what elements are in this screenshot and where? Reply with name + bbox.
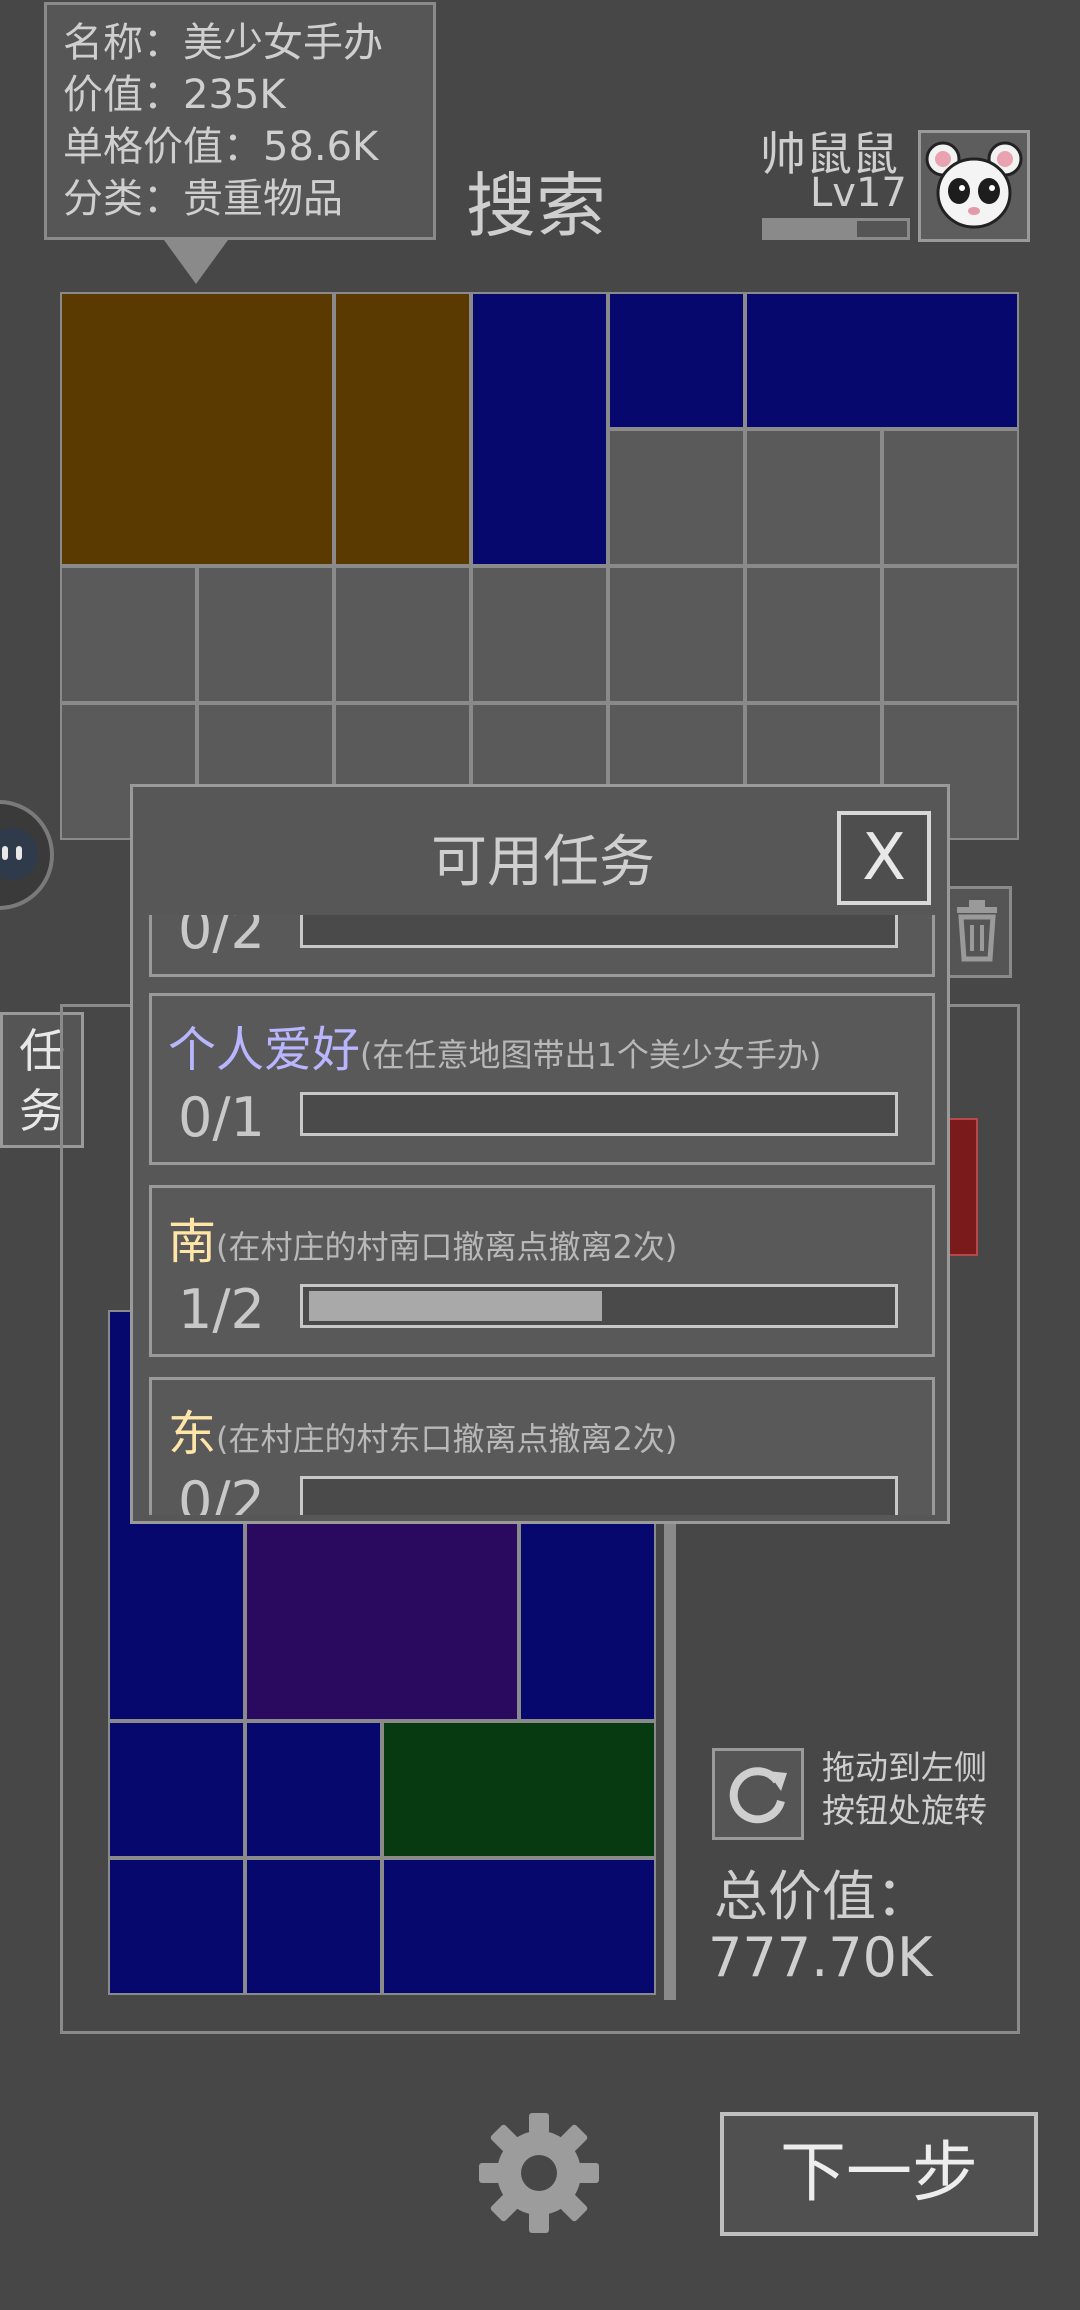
player-level: Lv17: [810, 170, 907, 216]
xp-bar: [762, 218, 910, 240]
water-bottle-item[interactable]: [471, 292, 608, 566]
panda-avatar-icon[interactable]: [918, 130, 1030, 242]
pills-item[interactable]: [108, 1858, 245, 1995]
quest-name: 南: [168, 1214, 217, 1270]
next-button[interactable]: 下一步: [720, 2112, 1038, 2236]
grid-cell[interactable]: [745, 429, 882, 566]
quest-progress-bar: [300, 915, 898, 948]
tooltip-unit-value: 单格价值：58.6K: [63, 124, 379, 170]
grid-cell[interactable]: [882, 566, 1019, 703]
quest-card-2[interactable]: 南(在村庄的村南口撤离点撤离2次) 1/2: [149, 1185, 935, 1357]
soda-can-item[interactable]: [245, 1721, 382, 1858]
tooltip-pointer: [164, 240, 228, 284]
quest-title: 南(在村庄的村南口撤离点撤离2次): [168, 1202, 677, 1272]
grid-cell[interactable]: [471, 566, 608, 703]
quest-progress-bar: [300, 1092, 898, 1136]
quest-card-1[interactable]: 个人爱好(在任意地图带出1个美少女手办) 0/1: [149, 993, 935, 1165]
modal-title: 可用任务: [431, 830, 655, 895]
quest-desc: (在村庄的村东口撤离点撤离2次): [216, 1420, 678, 1458]
quest-list[interactable]: 0/2 个人爱好(在任意地图带出1个美少女手办) 0/1 南(在村庄的村南口撤离…: [143, 915, 939, 1515]
quest-name: 个人爱好: [168, 1022, 361, 1078]
quest-progress-text: 0/1: [178, 1086, 265, 1149]
figurine-item[interactable]: [60, 292, 334, 566]
grid-cell[interactable]: [882, 429, 1019, 566]
gamepad-item[interactable]: [245, 1858, 382, 1995]
grid-cell[interactable]: [608, 566, 745, 703]
quest-title: 个人爱好(在任意地图带出1个美少女手办): [168, 1010, 821, 1080]
close-button[interactable]: X: [837, 811, 931, 905]
quest-progress-text: 0/2: [178, 915, 265, 961]
tooltip-category: 分类：贵重物品: [63, 176, 343, 222]
headphones-item[interactable]: [382, 1858, 656, 1995]
juice-bottle-item[interactable]: [382, 1721, 656, 1858]
quest-modal: 可用任务 X 0/2 个人爱好(在任意地图带出1个美少女手办) 0/1 南(在村…: [130, 784, 950, 1524]
quest-card-3[interactable]: 东(在村庄的村东口撤离点撤离2次) 0/2: [149, 1377, 935, 1515]
quest-title: 东(在村庄的村东口撤离点撤离2次): [168, 1394, 677, 1464]
grid-cell[interactable]: [197, 566, 334, 703]
quest-desc: (在任意地图带出1个美少女手办): [360, 1036, 822, 1074]
quest-desc: (在村庄的村南口撤离点撤离2次): [216, 1228, 678, 1266]
pills-item[interactable]: [608, 292, 745, 429]
grid-cell[interactable]: [334, 566, 471, 703]
total-value-label: 总价值：: [714, 1865, 930, 1928]
quest-name: 东: [168, 1406, 217, 1462]
item-tooltip: 名称：美少女手办 价值：235K 单格价值：58.6K 分类：贵重物品: [44, 2, 436, 240]
tooltip-name: 名称：美少女手办: [63, 20, 383, 66]
quest-progress-text: 1/2: [178, 1278, 265, 1341]
sidebar-handle[interactable]: [0, 800, 54, 910]
phone-item[interactable]: [334, 292, 471, 566]
quest-progress-bar: [300, 1284, 898, 1328]
trash-icon[interactable]: [942, 886, 1012, 978]
rotate-hint: 拖动到左侧 按钮处旋转: [822, 1748, 987, 1830]
page-title: 搜索: [466, 165, 606, 247]
loot-grid: [60, 292, 1019, 840]
pills-item[interactable]: [108, 1721, 245, 1858]
quest-card-0[interactable]: 0/2: [149, 915, 935, 977]
grid-cell[interactable]: [608, 429, 745, 566]
tooltip-value: 价值：235K: [63, 72, 286, 118]
grid-cell[interactable]: [745, 566, 882, 703]
rotate-icon[interactable]: [712, 1748, 804, 1840]
gear-icon[interactable]: [476, 2110, 602, 2236]
grid-cell[interactable]: [60, 566, 197, 703]
quest-progress-bar: [300, 1476, 898, 1515]
coil-item[interactable]: [745, 292, 1019, 429]
quest-progress-fill: [309, 1291, 602, 1321]
total-value: 777.70K: [708, 1926, 933, 1989]
quest-progress-text: 0/2: [178, 1470, 265, 1515]
xp-bar-fill: [765, 221, 858, 237]
